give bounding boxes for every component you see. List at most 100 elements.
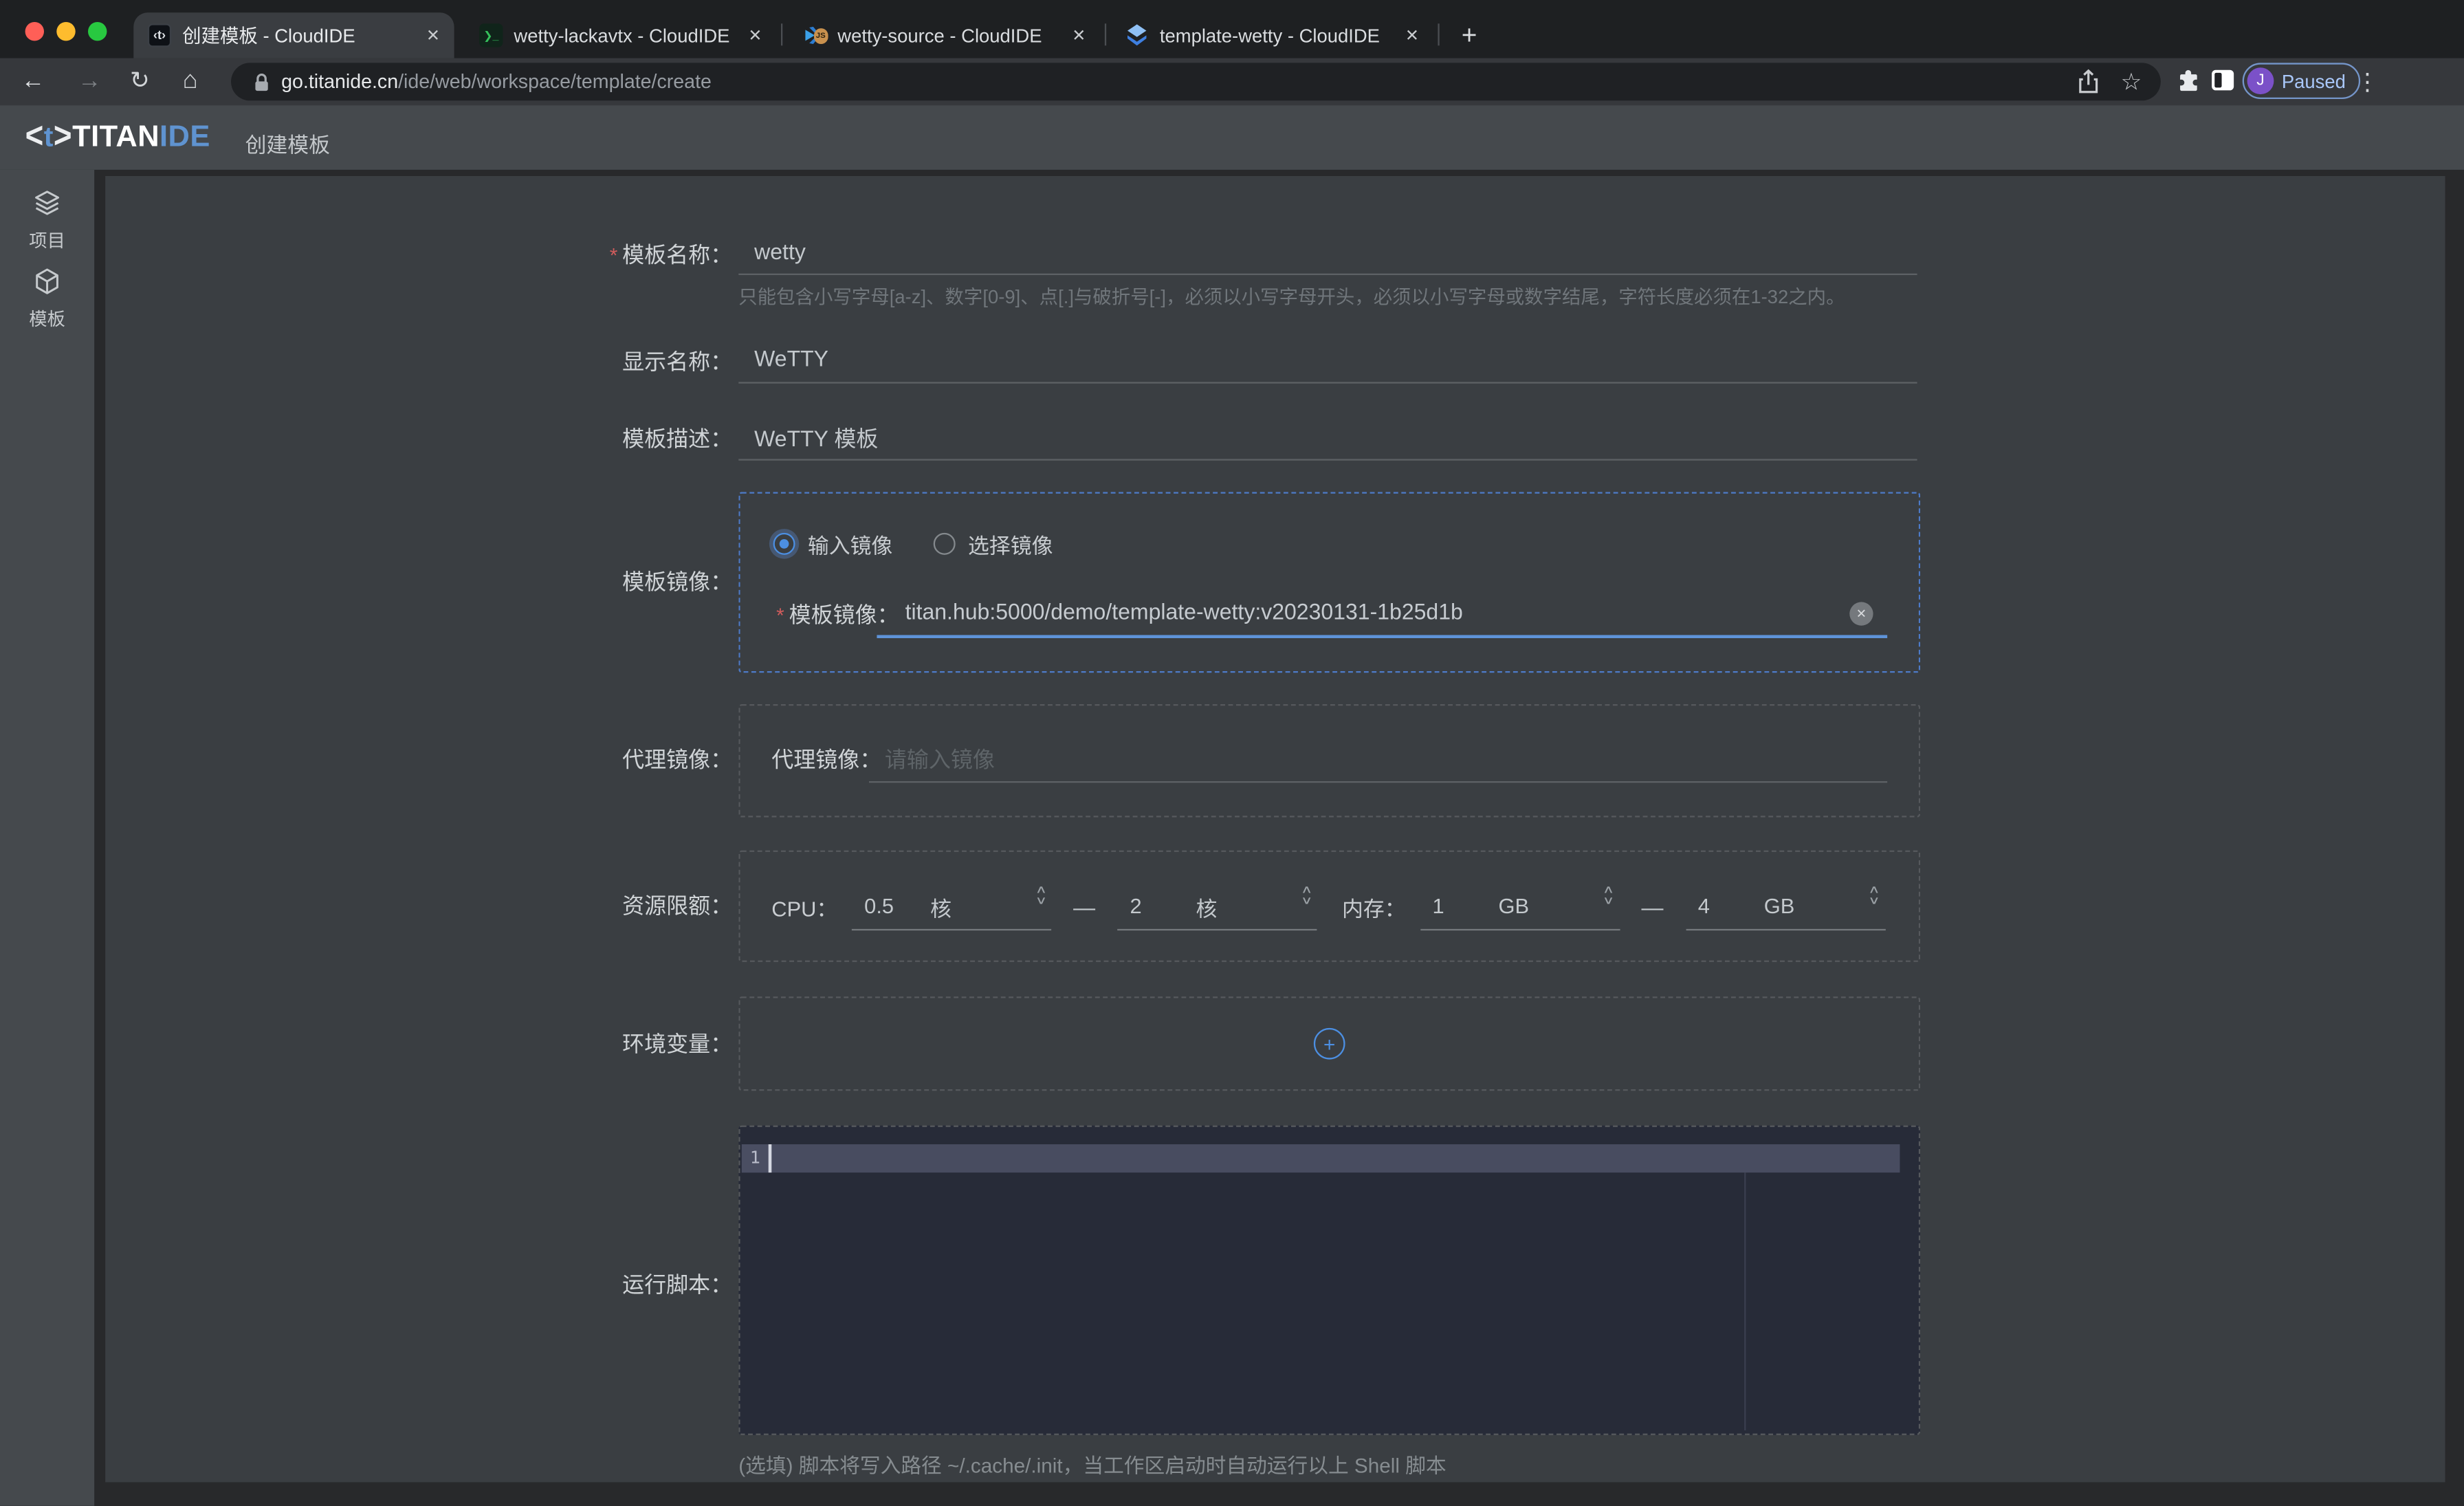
titanide-logo[interactable]: <t>TITANIDE <box>25 121 210 154</box>
resources-row: CPU： 0.5 核 ∧∨ — 2 核 ∧∨ 内存： 1 GB ∧∨ — 4 <box>771 884 1884 931</box>
template-image-input[interactable]: titan.hub:5000/demo/template-wetty:v2023… <box>905 599 1463 624</box>
field-label-env-vars: 环境变量： <box>512 1028 732 1060</box>
tab-wetty-source[interactable]: JS wetty-source - CloudIDE ✕ <box>789 12 1100 58</box>
editor-caret <box>769 1144 771 1172</box>
stepper-arrows[interactable]: ∧∨ <box>1605 885 1614 907</box>
new-tab-button[interactable]: + <box>1449 16 1489 56</box>
bookmark-star-icon[interactable]: ☆ <box>2121 67 2142 96</box>
address-bar[interactable]: go.titanide.cn /ide/web/workspace/templa… <box>231 63 2161 100</box>
editor-current-line[interactable]: 1 <box>742 1144 1900 1172</box>
field-label-template-image: 模板镜像： <box>512 566 732 598</box>
cpu-label: CPU： <box>771 891 837 923</box>
app-header: <t>TITANIDE 创建模板 titan-dev ∨ ⚙ ? ⚙ 邓 <box>0 105 2464 170</box>
run-script-editor[interactable]: 1 <box>738 1126 1920 1435</box>
field-label-run-script: 运行脚本： <box>512 1269 732 1300</box>
name-input-underline <box>738 274 1917 275</box>
proxy-image-underline <box>869 781 1887 783</box>
template-image-underline-focused <box>877 635 1887 638</box>
home-icon[interactable]: ⌂ <box>176 67 204 96</box>
stepper-up-icon: ∧ <box>1603 885 1616 896</box>
titanide-favicon: ‹t› <box>148 23 171 47</box>
create-template-form: *模板名称： wetty 只能包含小写字母[a-z]、数字[0-9]、点[.]与… <box>105 176 2445 1482</box>
editor-ruler <box>1744 1172 1746 1430</box>
tab-divider <box>1438 23 1439 45</box>
tab-title: 创建模板 - CloudIDE <box>182 22 409 49</box>
inner-label-template-image: *模板镜像： <box>776 599 899 631</box>
sidebar-item-label: 项目 <box>0 228 94 253</box>
traffic-close-button[interactable] <box>25 22 44 41</box>
traffic-minimize-button[interactable] <box>56 22 75 41</box>
profile-avatar: J <box>2247 67 2274 94</box>
run-script-hint: (选填) 脚本将写入路径 ~/.cache/.init，当工作区启动时自动运行以… <box>738 1449 1446 1478</box>
stepper-down-icon: ∨ <box>1035 896 1047 907</box>
stepper-arrows[interactable]: ∧∨ <box>1303 885 1311 907</box>
sidebar-item-templates[interactable]: 模板 <box>0 268 94 332</box>
tab-title: wetty-source - CloudIDE <box>837 24 1055 46</box>
tab-close-icon[interactable]: ✕ <box>420 26 440 45</box>
traffic-zoom-button[interactable] <box>88 22 107 41</box>
url-path: /ide/web/workspace/template/create <box>398 71 712 93</box>
radio-unselected-icon <box>934 533 956 555</box>
stepper-arrows[interactable]: ∧∨ <box>1037 885 1045 907</box>
profile-chip[interactable]: J Paused <box>2243 63 2360 99</box>
sidebar-item-projects[interactable]: 项目 <box>0 188 94 253</box>
radio-select-image[interactable]: 选择镜像 <box>934 528 1053 560</box>
display-name-input[interactable]: WeTTY <box>754 346 828 371</box>
vscode-js-favicon: JS <box>803 23 826 47</box>
layers-icon <box>33 188 61 217</box>
layers-favicon <box>1125 23 1149 47</box>
forward-icon[interactable]: → <box>76 67 104 96</box>
reload-icon[interactable]: ↻ <box>126 67 154 96</box>
tab-divider <box>1105 23 1106 45</box>
field-label-proxy-image: 代理镜像： <box>512 743 732 775</box>
terminal-favicon: ❯_ <box>479 23 503 47</box>
description-input[interactable]: WeTTY 模板 <box>754 423 878 455</box>
template-image-section <box>738 492 1920 673</box>
required-asterisk: * <box>610 243 618 267</box>
cpu-min-stepper[interactable]: 0.5 核 ∧∨ <box>852 884 1051 931</box>
inner-label-proxy-image: 代理镜像： <box>771 743 881 775</box>
display-name-underline <box>738 382 1917 383</box>
back-icon[interactable]: ← <box>19 67 47 96</box>
stepper-up-icon: ∧ <box>1869 885 1881 896</box>
browser-menu-icon[interactable]: ⋮ <box>2355 67 2379 96</box>
cube-icon <box>33 268 61 296</box>
tab-title: wetty-lackavtx - CloudIDE <box>514 24 731 46</box>
field-label-resources: 资源限额： <box>512 890 732 921</box>
proxy-image-input[interactable]: 请输入镜像 <box>885 743 995 775</box>
tab-close-icon[interactable]: ✕ <box>742 26 762 45</box>
editor-line-number: 1 <box>742 1144 769 1172</box>
memory-min-stepper[interactable]: 1 GB ∧∨ <box>1420 884 1619 931</box>
browser-tabbar: ‹t› 创建模板 - CloudIDE ✕ ❯_ wetty-lackavtx … <box>0 0 2464 58</box>
stepper-up-icon: ∧ <box>1035 885 1047 896</box>
tab-wetty-lackavtx[interactable]: ❯_ wetty-lackavtx - CloudIDE ✕ <box>465 12 777 58</box>
description-underline <box>738 459 1917 460</box>
share-icon[interactable] <box>2077 69 2099 95</box>
side-panel-icon[interactable] <box>2211 69 2234 91</box>
stepper-arrows[interactable]: ∧∨ <box>1871 885 1879 907</box>
tab-close-icon[interactable]: ✕ <box>1399 26 1419 45</box>
app-sidebar: 项目 模板 <box>0 170 94 1506</box>
stepper-down-icon: ∨ <box>1869 896 1881 907</box>
field-label-name: *模板名称： <box>512 239 732 270</box>
name-hint: 只能包含小写字母[a-z]、数字[0-9]、点[.]与破折号[-]，必须以小写字… <box>738 283 1845 309</box>
url-domain: go.titanide.cn <box>281 71 398 93</box>
tab-close-icon[interactable]: ✕ <box>1066 26 1086 45</box>
radio-input-image[interactable]: 输入镜像 <box>773 528 893 560</box>
cpu-max-stepper[interactable]: 2 核 ∧∨ <box>1117 884 1317 931</box>
screen: ‹t› 创建模板 - CloudIDE ✕ ❯_ wetty-lackavtx … <box>0 0 2464 1506</box>
memory-max-stepper[interactable]: 4 GB ∧∨ <box>1685 884 1884 931</box>
tab-title: template-wetty - CloudIDE <box>1160 24 1388 46</box>
required-asterisk: * <box>776 604 784 627</box>
tab-create-template[interactable]: ‹t› 创建模板 - CloudIDE ✕ <box>133 12 454 58</box>
radio-selected-icon <box>773 533 795 555</box>
field-label-description: 模板描述： <box>512 423 732 455</box>
extensions-puzzle-icon[interactable] <box>2177 69 2200 93</box>
name-input[interactable]: wetty <box>754 239 806 264</box>
tab-template-wetty[interactable]: template-wetty - CloudIDE ✕ <box>1111 12 1433 58</box>
stepper-down-icon: ∨ <box>1301 896 1313 907</box>
clear-input-icon[interactable]: ✕ <box>1849 602 1873 625</box>
stepper-down-icon: ∨ <box>1603 896 1616 907</box>
add-env-var-button[interactable]: + <box>1314 1028 1345 1060</box>
tab-divider <box>781 23 782 45</box>
